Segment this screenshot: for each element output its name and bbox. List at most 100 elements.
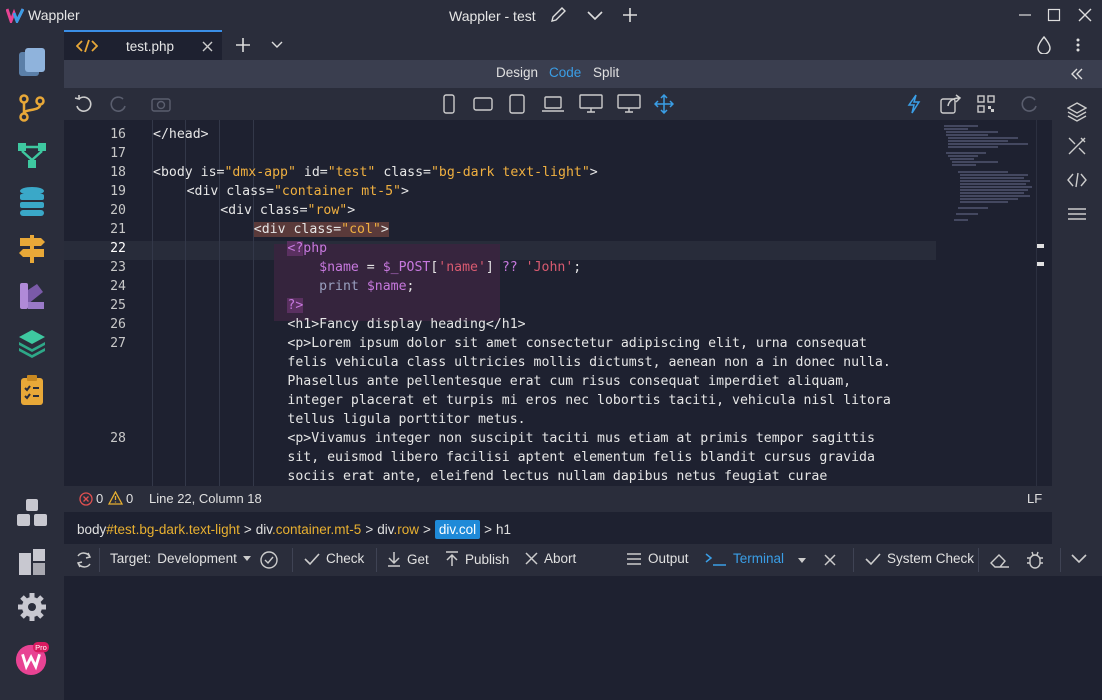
- code-file-icon: [76, 39, 98, 53]
- open-in-browser-icon[interactable]: [940, 94, 962, 114]
- crumb-col-selected[interactable]: div.col: [434, 520, 481, 539]
- crumb-body[interactable]: body#test.bg-dark.text-light: [77, 522, 240, 537]
- rename-pencil-icon[interactable]: [548, 5, 568, 25]
- line-ending[interactable]: LF: [1027, 491, 1042, 506]
- workflow-icon[interactable]: [15, 138, 49, 172]
- code-line: <p>Vivamus integer non suscipit taciti m…: [287, 431, 875, 446]
- line-number: 19: [110, 184, 126, 199]
- code-line: <?php: [287, 241, 328, 256]
- plugins-puzzle-icon[interactable]: [15, 545, 49, 579]
- device-tablet-icon[interactable]: [509, 94, 525, 114]
- chevron-down-icon[interactable]: [585, 5, 605, 25]
- target-selector[interactable]: Target: Development: [110, 551, 251, 566]
- close-tab-icon[interactable]: [202, 41, 213, 52]
- crumb-row[interactable]: div.row: [377, 522, 419, 537]
- files-icon[interactable]: [15, 45, 49, 79]
- code-editor[interactable]: 16 </head> 17 18 <body is="dmx-app" id="test…: [64, 120, 1052, 486]
- tab-list-chevron-icon[interactable]: [271, 40, 283, 50]
- theme-drop-icon[interactable]: [1037, 36, 1051, 54]
- clipboard-tasks-icon[interactable]: [15, 373, 49, 407]
- minimize-icon[interactable]: [1015, 5, 1035, 25]
- caret-down-icon: [242, 556, 251, 561]
- output-tab[interactable]: Output: [626, 551, 689, 566]
- get-button[interactable]: Get: [387, 551, 429, 567]
- terminal-dropdown-caret-icon[interactable]: [798, 558, 806, 563]
- design-assets-icon[interactable]: [15, 279, 49, 313]
- upload-arrow-icon: [446, 551, 458, 566]
- database-icon[interactable]: [15, 185, 49, 219]
- check-circle-icon[interactable]: [260, 551, 278, 569]
- tab-test-php[interactable]: test.php: [64, 30, 222, 60]
- tab-bar: test.php: [64, 30, 1102, 60]
- new-tab-plus-icon[interactable]: [235, 37, 251, 53]
- refresh-icon[interactable]: [1019, 95, 1039, 113]
- clear-eraser-icon[interactable]: [990, 552, 1010, 568]
- code-panel-icon[interactable]: [1067, 172, 1087, 188]
- wappler-logo-icon: [6, 8, 24, 23]
- warning-count: 0: [126, 491, 134, 506]
- app-name: Wappler: [28, 7, 80, 23]
- debug-bug-icon[interactable]: [1026, 550, 1044, 570]
- sync-icon[interactable]: [75, 551, 93, 569]
- code-line: sociis erat ante, eleifend lectus nullam…: [287, 469, 828, 484]
- menu-lines-icon[interactable]: [1067, 207, 1087, 221]
- current-line-highlight: [64, 241, 936, 260]
- device-large-desktop-icon[interactable]: [617, 94, 641, 114]
- layers-icon[interactable]: [15, 326, 49, 360]
- cursor-position[interactable]: Line 22, Column 18: [149, 491, 262, 506]
- view-design[interactable]: Design: [496, 65, 538, 80]
- window-title: Wappler - test: [449, 8, 536, 24]
- git-branch-icon[interactable]: [15, 91, 49, 125]
- undo-icon[interactable]: [74, 95, 94, 113]
- close-window-icon[interactable]: [1075, 5, 1095, 25]
- system-check-button[interactable]: System Check: [865, 551, 974, 566]
- device-phone-landscape-icon[interactable]: [473, 97, 493, 111]
- line-number: 25: [110, 298, 126, 313]
- line-number: 22: [110, 241, 126, 256]
- extensions-package-icon[interactable]: [15, 496, 49, 530]
- settings-gear-icon[interactable]: [15, 590, 49, 624]
- crumb-container[interactable]: div.container.mt-5: [256, 522, 362, 537]
- layers-panel-icon[interactable]: [1067, 102, 1087, 122]
- status-bar: 0 0 Line 22, Column 18 LF: [64, 486, 1052, 512]
- check-button[interactable]: Check: [304, 551, 364, 566]
- collapse-panel-chevron-icon[interactable]: [1071, 554, 1087, 564]
- close-terminal-icon[interactable]: [824, 554, 836, 566]
- code-line: <div class="row">: [220, 203, 356, 218]
- redo-icon[interactable]: [108, 95, 128, 113]
- device-phone-icon[interactable]: [443, 94, 455, 114]
- screenshot-camera-icon[interactable]: [151, 96, 171, 112]
- qr-code-icon[interactable]: [977, 95, 995, 113]
- design-tools-icon[interactable]: [1067, 136, 1087, 156]
- terminal-panel[interactable]: [64, 576, 1102, 700]
- more-options-icon[interactable]: [1076, 38, 1080, 52]
- view-switcher: Design Code Split: [64, 60, 1102, 88]
- view-split[interactable]: Split: [593, 65, 619, 80]
- code-line: </head>: [153, 127, 209, 142]
- code-line: felis vehicula class ultricies mollis di…: [287, 355, 891, 370]
- publish-button[interactable]: Publish: [445, 551, 509, 567]
- code-line: <p>Lorem ipsum dolor sit amet consectetu…: [287, 336, 867, 351]
- output-lines-icon: [627, 552, 641, 565]
- signpost-routing-icon[interactable]: [15, 232, 49, 266]
- collapse-panel-icon[interactable]: [1071, 68, 1083, 80]
- wappler-pro-account-icon[interactable]: Pro: [15, 642, 49, 676]
- line-number: 21: [110, 222, 126, 237]
- terminal-tab[interactable]: Terminal: [705, 551, 784, 566]
- new-project-plus-icon[interactable]: [620, 5, 640, 25]
- device-laptop-icon[interactable]: [541, 95, 565, 113]
- warning-icon[interactable]: [108, 491, 123, 505]
- abort-button[interactable]: Abort: [525, 551, 576, 566]
- code-minimap[interactable]: [938, 120, 1038, 230]
- fluid-resize-arrows-icon[interactable]: [654, 94, 674, 114]
- line-number: 23: [110, 260, 126, 275]
- crumb-h1[interactable]: h1: [496, 522, 511, 537]
- maximize-icon[interactable]: [1044, 5, 1064, 25]
- view-code[interactable]: Code: [549, 65, 581, 80]
- device-desktop-icon[interactable]: [579, 94, 603, 114]
- error-icon[interactable]: [79, 492, 93, 506]
- line-number: 27: [110, 336, 126, 351]
- lightning-bolt-icon[interactable]: [907, 94, 921, 114]
- svg-text:Pro: Pro: [35, 643, 47, 652]
- vertical-scrollbar[interactable]: [1036, 120, 1050, 486]
